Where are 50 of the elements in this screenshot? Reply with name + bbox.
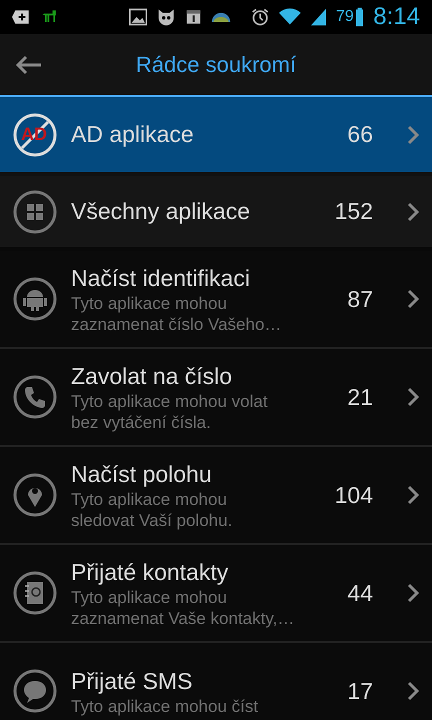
- battery-icon: [356, 6, 364, 28]
- permission-title: Načíst polohu: [71, 460, 213, 489]
- robot-icon: [13, 277, 57, 321]
- calendar-icon: [186, 8, 201, 26]
- wifi-icon: [279, 7, 301, 27]
- permission-row[interactable]: Přijaté kontakty Tyto aplikace mohou zaznamenat Vaše kontakty,… 44: [0, 545, 432, 643]
- location-pin-icon: [13, 473, 57, 517]
- app-count: 152: [334, 197, 373, 226]
- permission-description: Tyto aplikace mohou volat bez vytáčení čísla.: [71, 391, 269, 433]
- back-arrow-icon[interactable]: [15, 54, 43, 74]
- speech-bubble-icon: [13, 669, 57, 713]
- permission-description: Tyto aplikace mohou sledovat Vaší polohu.: [71, 489, 234, 531]
- permission-title: Přijaté kontakty: [71, 558, 230, 587]
- alarm-clock-icon: [250, 6, 270, 28]
- permission-title: Načíst identifikaci: [71, 264, 251, 293]
- permission-description: Tyto aplikace mohou zaznamenat číslo Vašeho…: [71, 293, 282, 335]
- grid-icon: [13, 190, 57, 234]
- permission-description: Tyto aplikace mohou číst: [71, 696, 260, 716]
- permission-row[interactable]: Načíst identifikaci Tyto aplikace mohou zaznamenat číslo Vašeho… 87: [0, 251, 432, 349]
- permission-row[interactable]: Načíst polohu Tyto aplikace mohou sledovat Vaší polohu. 104: [0, 447, 432, 545]
- clock-time: 8:14: [373, 2, 420, 32]
- chevron-right-icon: [407, 583, 419, 603]
- phone-icon: [13, 375, 57, 419]
- permission-row[interactable]: Přijaté SMS Tyto aplikace mohou číst 17: [0, 643, 432, 720]
- chevron-right-icon: [407, 485, 419, 505]
- chevron-right-icon: [407, 681, 419, 701]
- app-count: 104: [334, 480, 373, 510]
- chevron-right-icon: [407, 124, 419, 144]
- screen-title: Rádce soukromí: [136, 51, 296, 79]
- app-count: 44: [347, 578, 373, 608]
- category-label: Všechny aplikace: [71, 197, 251, 226]
- image-icon: [128, 7, 148, 27]
- cat-face-icon: [157, 7, 176, 27]
- chevron-right-icon: [407, 289, 419, 309]
- permission-row[interactable]: Zavolat na číslo Tyto aplikace mohou volat bez vytáčení čísla. 21: [0, 349, 432, 447]
- signal-icon: [310, 7, 326, 27]
- chevron-right-icon: [407, 202, 419, 222]
- permission-title: Zavolat na číslo: [71, 362, 234, 391]
- app-count: 66: [347, 120, 373, 150]
- category-label: AD aplikace: [71, 120, 195, 150]
- address-book-icon: [13, 571, 57, 615]
- add-icon: [12, 8, 30, 26]
- app-count: 87: [347, 284, 373, 314]
- permission-description: Tyto aplikace mohou zaznamenat Vaše kontakty,…: [71, 587, 296, 629]
- chevron-right-icon: [407, 387, 419, 407]
- permission-title: Přijaté SMS: [71, 666, 194, 696]
- app-count: 17: [347, 676, 373, 706]
- app-count: 21: [347, 382, 373, 412]
- battery-level: 79: [336, 7, 354, 27]
- globe-icon: [210, 11, 231, 23]
